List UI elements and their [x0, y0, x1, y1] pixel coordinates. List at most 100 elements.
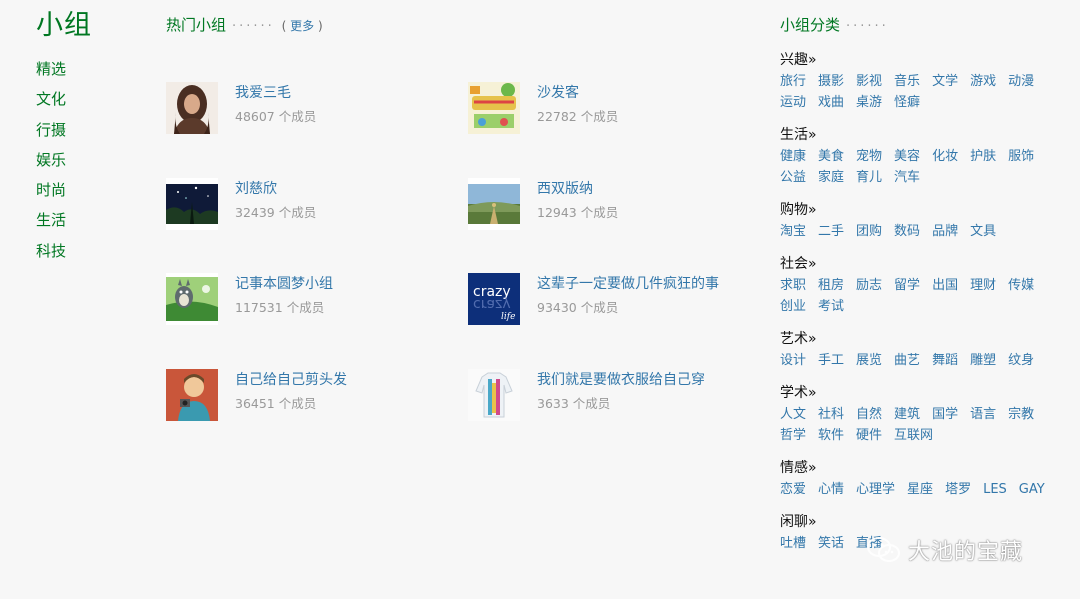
- category-title[interactable]: 情感»: [780, 458, 1070, 478]
- category-tag[interactable]: 纹身: [1008, 350, 1034, 371]
- category-tag[interactable]: 展览: [856, 350, 882, 371]
- category-tag[interactable]: 求职: [780, 275, 806, 296]
- nav-item-shishang[interactable]: 时尚: [36, 179, 136, 209]
- nav-item-yule[interactable]: 娱乐: [36, 149, 136, 179]
- category-tag[interactable]: 二手: [818, 221, 844, 242]
- category-tag[interactable]: 硬件: [856, 425, 882, 446]
- category-title[interactable]: 艺术»: [780, 329, 1070, 349]
- category-tag[interactable]: 考试: [818, 296, 844, 317]
- group-name[interactable]: 这辈子一定要做几件疯狂的事: [537, 273, 719, 295]
- group-thumbnail[interactable]: [166, 273, 218, 325]
- group-thumbnail[interactable]: [166, 82, 218, 134]
- category-tag[interactable]: 心理学: [856, 479, 895, 500]
- category-tag[interactable]: 手工: [818, 350, 844, 371]
- category-tag[interactable]: 舞蹈: [932, 350, 958, 371]
- group-name[interactable]: 西双版纳: [537, 178, 593, 200]
- category-tag[interactable]: 音乐: [894, 71, 920, 92]
- category-tag[interactable]: 影视: [856, 71, 882, 92]
- category-tag[interactable]: 哲学: [780, 425, 806, 446]
- site-logo[interactable]: 小组: [36, 8, 136, 44]
- group-thumbnail[interactable]: [468, 178, 520, 230]
- category-tag[interactable]: 塔罗: [945, 479, 971, 500]
- category-tag[interactable]: 美食: [818, 146, 844, 167]
- category-tag[interactable]: 互联网: [894, 425, 933, 446]
- group-name[interactable]: 记事本圆梦小组: [235, 273, 333, 295]
- group-name[interactable]: 我们就是要做衣服给自己穿: [537, 369, 705, 391]
- nav-item-keji[interactable]: 科技: [36, 240, 136, 270]
- nav-item-xingshe[interactable]: 行摄: [36, 119, 136, 149]
- category-title[interactable]: 兴趣»: [780, 50, 1070, 70]
- category-tag[interactable]: 团购: [856, 221, 882, 242]
- category-tag[interactable]: 旅行: [780, 71, 806, 92]
- category-title[interactable]: 学术»: [780, 383, 1070, 403]
- category-tag[interactable]: 动漫: [1008, 71, 1034, 92]
- category-tag[interactable]: 吐槽: [780, 533, 806, 554]
- category-tag[interactable]: 笑话: [818, 533, 844, 554]
- category-tag[interactable]: 品牌: [932, 221, 958, 242]
- category-tag[interactable]: 人文: [780, 404, 806, 425]
- category-tag[interactable]: 创业: [780, 296, 806, 317]
- category-tag[interactable]: 美容: [894, 146, 920, 167]
- category-tag[interactable]: 怪癖: [894, 92, 920, 113]
- category-tag[interactable]: 心情: [818, 479, 844, 500]
- category-title[interactable]: 生活»: [780, 125, 1070, 145]
- nav-item-wenhua[interactable]: 文化: [36, 88, 136, 118]
- category-tag[interactable]: 理财: [970, 275, 996, 296]
- group-thumbnail[interactable]: [468, 369, 520, 421]
- category-tag[interactable]: 留学: [894, 275, 920, 296]
- category-tag[interactable]: 宗教: [1008, 404, 1034, 425]
- category-title[interactable]: 社会»: [780, 254, 1070, 274]
- category-tag[interactable]: 戏曲: [818, 92, 844, 113]
- category-tag[interactable]: 数码: [894, 221, 920, 242]
- more-link[interactable]: 更多: [290, 19, 314, 33]
- category-tag[interactable]: 语言: [970, 404, 996, 425]
- group-thumbnail[interactable]: [166, 178, 218, 230]
- category-tag[interactable]: 文具: [970, 221, 996, 242]
- category-title[interactable]: 闲聊»: [780, 512, 1070, 532]
- category-tag[interactable]: 恋爱: [780, 479, 806, 500]
- category-tag[interactable]: 建筑: [894, 404, 920, 425]
- category-title[interactable]: 购物»: [780, 200, 1070, 220]
- category-tag[interactable]: 桌游: [856, 92, 882, 113]
- crazy-logo-reflection: crazy: [473, 296, 511, 312]
- nav-item-jingxuan[interactable]: 精选: [36, 58, 136, 88]
- category-tag[interactable]: 运动: [780, 92, 806, 113]
- group-name[interactable]: 自己给自己剪头发: [235, 369, 347, 391]
- category-tag[interactable]: 摄影: [818, 71, 844, 92]
- hot-groups-title: 热门小组: [166, 16, 227, 34]
- category-tag[interactable]: GAY: [1019, 479, 1045, 500]
- category-tag[interactable]: 励志: [856, 275, 882, 296]
- category-tag[interactable]: 雕塑: [970, 350, 996, 371]
- category-tag[interactable]: 服饰: [1008, 146, 1034, 167]
- category-tag[interactable]: 传媒: [1008, 275, 1034, 296]
- category-tag[interactable]: 国学: [932, 404, 958, 425]
- category-tag[interactable]: 文学: [932, 71, 958, 92]
- group-thumbnail[interactable]: crazy crazy life: [468, 273, 520, 325]
- category-tag[interactable]: 淘宝: [780, 221, 806, 242]
- category-tag[interactable]: 宠物: [856, 146, 882, 167]
- category-tag[interactable]: 健康: [780, 146, 806, 167]
- category-tag[interactable]: 汽车: [894, 167, 920, 188]
- category-tag[interactable]: 星座: [907, 479, 933, 500]
- category-tag[interactable]: 曲艺: [894, 350, 920, 371]
- nav-item-shenghuo[interactable]: 生活: [36, 209, 136, 239]
- category-tag[interactable]: 设计: [780, 350, 806, 371]
- group-name[interactable]: 刘慈欣: [235, 178, 277, 200]
- group-name[interactable]: 沙发客: [537, 82, 579, 104]
- category-tag[interactable]: 租房: [818, 275, 844, 296]
- category-tags: 淘宝 二手 团购 数码 品牌 文具: [780, 221, 1070, 242]
- category-tag[interactable]: 软件: [818, 425, 844, 446]
- category-tag[interactable]: 护肤: [970, 146, 996, 167]
- group-name[interactable]: 我爱三毛: [235, 82, 291, 104]
- category-tag[interactable]: 化妆: [932, 146, 958, 167]
- category-tag[interactable]: 公益: [780, 167, 806, 188]
- group-thumbnail[interactable]: [166, 369, 218, 421]
- category-tag[interactable]: 游戏: [970, 71, 996, 92]
- category-tag[interactable]: 家庭: [818, 167, 844, 188]
- category-tag[interactable]: 育儿: [856, 167, 882, 188]
- category-tag[interactable]: 社科: [818, 404, 844, 425]
- category-tag[interactable]: LES: [983, 479, 1007, 500]
- category-tag[interactable]: 出国: [932, 275, 958, 296]
- group-thumbnail[interactable]: [468, 82, 520, 134]
- category-tag[interactable]: 自然: [856, 404, 882, 425]
